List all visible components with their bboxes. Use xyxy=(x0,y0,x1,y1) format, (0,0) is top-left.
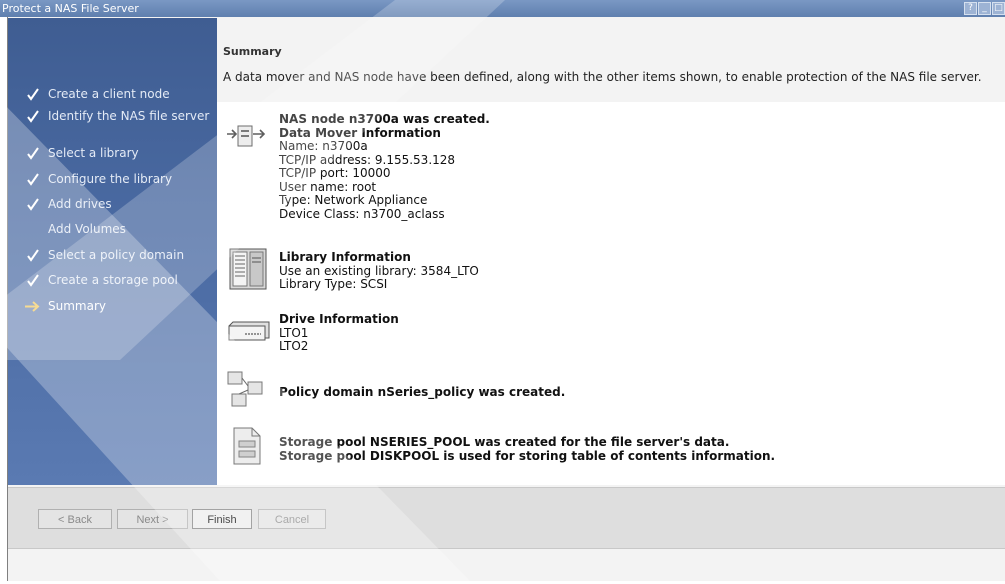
drive-line: LTO2 xyxy=(279,339,309,353)
library-line: Library Type: SCSI xyxy=(279,277,388,291)
page-title: Summary xyxy=(223,45,282,58)
policy-created-text: Policy domain nSeries_policy was created… xyxy=(279,385,566,399)
library-section: Library Information Use an existing libr… xyxy=(279,250,479,292)
storage-pool-section: Storage pool NSERIES_POOL was created fo… xyxy=(279,435,776,463)
step-label: Create a storage pool xyxy=(48,273,178,287)
checkmark-icon xyxy=(26,109,40,124)
step-label: Select a library xyxy=(48,146,139,160)
storage-pool-line: Storage pool DISKPOOL is used for storin… xyxy=(279,448,776,463)
checkmark-icon xyxy=(26,197,40,212)
step-label: Create a client node xyxy=(48,87,170,101)
data-mover-line: Device Class: n3700_aclass xyxy=(279,206,445,221)
help-icon[interactable]: ? xyxy=(964,2,977,15)
step-label: Configure the library xyxy=(48,172,173,186)
minimize-icon[interactable]: _ xyxy=(978,2,991,15)
checkmark-icon xyxy=(26,146,40,161)
storage-pool-icon xyxy=(232,426,262,469)
data-mover-icon xyxy=(226,122,268,155)
policy-section: Policy domain nSeries_policy was created… xyxy=(279,385,566,400)
checkmark-icon xyxy=(26,87,40,102)
summary-intro: A data mover and NAS node have been defi… xyxy=(223,70,982,84)
library-line: Use an existing library: 3584_LTO xyxy=(279,263,479,278)
data-mover-line: TCP/IP address: 9.155.53.128 xyxy=(279,152,456,167)
data-mover-section: NAS node n3700a was created. Data Mover … xyxy=(279,112,490,221)
step-label: Summary xyxy=(48,299,106,313)
drive-line: LTO1 xyxy=(279,325,309,340)
policy-domain-icon xyxy=(226,370,266,413)
data-mover-line: TCP/IP port: 10000 xyxy=(279,166,391,180)
step-label: Add drives xyxy=(48,197,112,211)
step-label: Select a policy domain xyxy=(48,248,185,262)
data-mover-line: Type: Network Appliance xyxy=(279,193,428,207)
step-label: Identify the NAS file server xyxy=(48,109,210,123)
cancel-button[interactable]: Cancel xyxy=(258,509,326,529)
arrow-right-icon xyxy=(24,299,40,314)
drive-icon xyxy=(227,320,271,347)
next-button[interactable]: Next > xyxy=(117,509,188,529)
checkmark-icon xyxy=(26,248,40,263)
step-label: Add Volumes xyxy=(48,222,126,236)
data-mover-line: Name: n3700a xyxy=(279,139,368,153)
checkmark-icon xyxy=(26,172,40,187)
nas-node-created-text: NAS node n3700a was created. xyxy=(279,112,490,126)
library-icon xyxy=(229,248,267,293)
drives-section: Drive Information LTO1 LTO2 xyxy=(279,312,399,354)
window-title-bar: Protect a NAS File Server ? _ □ xyxy=(0,0,1005,17)
wizard-steps-panel: Create a client node Identify the NAS fi… xyxy=(8,18,217,485)
window-title: Protect a NAS File Server xyxy=(2,2,139,15)
summary-header: Summary A data mover and NAS node have b… xyxy=(217,18,1005,102)
drive-heading: Drive Information xyxy=(279,312,399,326)
library-heading: Library Information xyxy=(279,250,411,264)
maximize-icon[interactable]: □ xyxy=(992,2,1005,15)
storage-pool-line: Storage pool NSERIES_POOL was created fo… xyxy=(279,435,730,449)
data-mover-line: User name: root xyxy=(279,179,377,194)
finish-button[interactable]: Finish xyxy=(192,509,252,529)
data-mover-heading: Data Mover Information xyxy=(279,125,441,140)
back-button[interactable]: < Back xyxy=(38,509,112,529)
checkmark-icon xyxy=(26,273,40,288)
